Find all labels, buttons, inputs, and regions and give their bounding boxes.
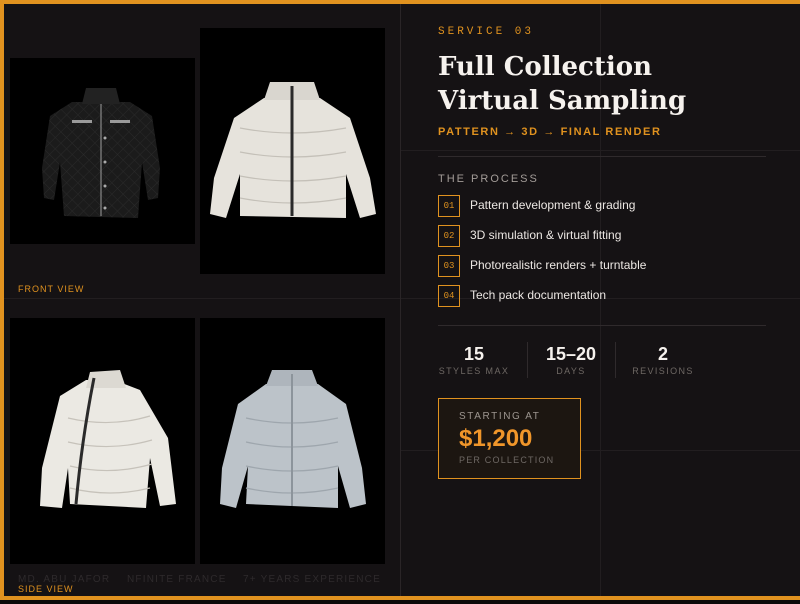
step-text: Photorealistic renders + turntable xyxy=(470,258,647,272)
side-view-label: SIDE VIEW xyxy=(18,584,74,594)
stat-separator xyxy=(527,342,528,378)
pale-blue-puffer-front-image xyxy=(200,318,385,564)
price-unit: PER COLLECTION xyxy=(459,455,555,465)
step-number: 03 xyxy=(438,255,460,277)
stat-label: STYLES MAX xyxy=(438,366,510,376)
price-value: $1,200 xyxy=(459,425,533,452)
step-number: 02 xyxy=(438,225,460,247)
step-text: Pattern development & grading xyxy=(470,198,636,212)
accent-border-top xyxy=(0,0,800,4)
title-line-2: Virtual Sampling xyxy=(438,86,687,116)
divider xyxy=(438,325,766,326)
stat-styles: 15 STYLES MAX xyxy=(436,344,512,376)
service-card: FRONT VIEW MD. ABU JAFOR NFINITE FRANCE … xyxy=(0,0,800,604)
title-line-1: Full Collection xyxy=(438,52,653,82)
bottom-strip xyxy=(0,600,800,604)
stat-value: 15 xyxy=(463,344,485,364)
step-number: 01 xyxy=(438,195,460,217)
experience-text: 7+ YEARS EXPERIENCE xyxy=(243,574,381,585)
stat-label: REVISIONS xyxy=(632,366,694,376)
black-quilted-jacket-image xyxy=(10,58,195,244)
step-text: 3D simulation & virtual fitting xyxy=(470,228,622,242)
price-kicker: STARTING AT xyxy=(459,411,541,422)
service-eyebrow: SERVICE 03 xyxy=(438,26,535,38)
divider xyxy=(438,156,766,157)
pricing-box: STARTING AT $1,200 PER COLLECTION xyxy=(438,398,581,479)
service-subtitle: PATTERN → 3D → FINAL RENDER xyxy=(438,126,662,138)
step-number: 04 xyxy=(438,285,460,307)
step-text: Tech pack documentation xyxy=(470,288,607,302)
brand-name: NFINITE FRANCE xyxy=(127,574,227,585)
stat-value: 2 xyxy=(657,344,668,364)
front-view-label: FRONT VIEW xyxy=(18,284,85,294)
process-heading: THE PROCESS xyxy=(438,173,539,185)
stat-separator xyxy=(615,342,616,378)
page-title: Full Collection Virtual Sampling xyxy=(438,50,778,118)
white-puffer-front-image xyxy=(200,28,385,274)
white-puffer-side-image xyxy=(10,318,195,564)
stat-days: 15–20 DAYS xyxy=(536,344,606,376)
stat-revisions: 2 REVISIONS xyxy=(628,344,698,376)
stat-label: DAYS xyxy=(556,366,586,376)
column-divider xyxy=(400,0,401,596)
stat-value: 15–20 xyxy=(545,344,597,364)
accent-border-left xyxy=(0,0,4,604)
